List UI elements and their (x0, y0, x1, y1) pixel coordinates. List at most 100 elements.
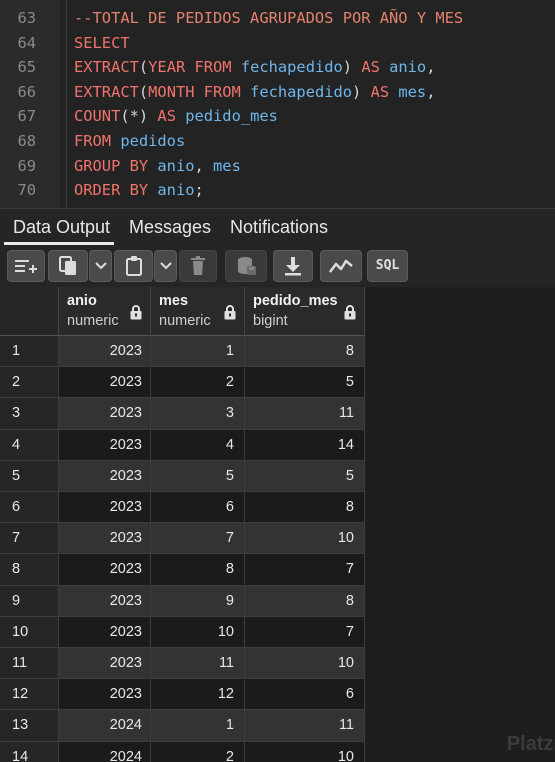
table-row[interactable]: 1 2023 1 8 (0, 336, 365, 368)
code-line[interactable]: 65 EXTRACT(YEAR FROM fechapedido) AS anio… (0, 55, 555, 80)
cell-mes[interactable]: 2 (151, 367, 245, 399)
row-number-cell[interactable]: 3 (0, 398, 59, 430)
cell-mes[interactable]: 9 (151, 585, 245, 617)
cell-mes[interactable]: 12 (151, 679, 245, 711)
tab-notifications[interactable]: Notifications (230, 209, 328, 245)
table-row[interactable]: 14 2024 2 10 (0, 741, 365, 762)
cell-mes[interactable]: 11 (151, 648, 245, 680)
cell-mes[interactable]: 7 (151, 523, 245, 555)
copy-options-dropdown[interactable] (89, 250, 112, 282)
cell-mes[interactable]: 10 (151, 616, 245, 648)
cell-pedido-mes[interactable]: 10 (245, 741, 365, 762)
row-number-cell[interactable]: 1 (0, 336, 59, 368)
code-text[interactable]: SELECT (74, 31, 130, 56)
cell-pedido-mes[interactable]: 14 (245, 429, 365, 461)
result-grid[interactable]: anio numeric mes numeric pedido_mes bigi… (0, 287, 555, 762)
cell-mes[interactable]: 6 (151, 492, 245, 524)
sql-editor[interactable]: 63 --TOTAL DE PEDIDOS AGRUPADOS POR AÑO Y… (0, 0, 555, 208)
table-row[interactable]: 2 2023 2 5 (0, 367, 365, 399)
cell-pedido-mes[interactable]: 7 (245, 554, 365, 586)
add-row-button[interactable] (7, 250, 45, 282)
cell-anio[interactable]: 2023 (59, 585, 151, 617)
code-line[interactable]: 64 SELECT (0, 31, 555, 56)
cell-anio[interactable]: 2023 (59, 679, 151, 711)
table-row[interactable]: 12 2023 12 6 (0, 679, 365, 711)
code-text[interactable]: --TOTAL DE PEDIDOS AGRUPADOS POR AÑO Y M… (74, 6, 463, 31)
row-number-cell[interactable]: 14 (0, 741, 59, 762)
cell-pedido-mes[interactable]: 5 (245, 367, 365, 399)
cell-pedido-mes[interactable]: 8 (245, 336, 365, 368)
cell-mes[interactable]: 3 (151, 398, 245, 430)
paste-button[interactable] (114, 250, 153, 282)
code-text[interactable]: GROUP BY anio, mes (74, 154, 241, 179)
cell-anio[interactable]: 2023 (59, 554, 151, 586)
cell-anio[interactable]: 2024 (59, 741, 151, 762)
delete-button[interactable] (179, 250, 217, 282)
row-number-cell[interactable]: 8 (0, 554, 59, 586)
cell-mes[interactable]: 2 (151, 741, 245, 762)
cell-mes[interactable]: 1 (151, 336, 245, 368)
cell-mes[interactable]: 8 (151, 554, 245, 586)
cell-anio[interactable]: 2023 (59, 398, 151, 430)
row-number-header[interactable] (0, 287, 59, 336)
table-row[interactable]: 8 2023 8 7 (0, 554, 365, 586)
table-row[interactable]: 11 2023 11 10 (0, 648, 365, 680)
cell-anio[interactable]: 2024 (59, 710, 151, 742)
column-header-anio[interactable]: anio numeric (59, 287, 151, 336)
table-row[interactable]: 5 2023 5 5 (0, 460, 365, 492)
code-line[interactable]: 67 COUNT(*) AS pedido_mes (0, 104, 555, 129)
code-text[interactable]: FROM pedidos (74, 129, 185, 154)
cell-mes[interactable]: 4 (151, 429, 245, 461)
code-text[interactable]: COUNT(*) AS pedido_mes (74, 104, 278, 129)
row-number-cell[interactable]: 6 (0, 492, 59, 524)
cell-pedido-mes[interactable]: 11 (245, 398, 365, 430)
paste-options-dropdown[interactable] (154, 250, 177, 282)
save-data-button[interactable] (225, 250, 267, 282)
cell-anio[interactable]: 2023 (59, 648, 151, 680)
row-number-cell[interactable]: 9 (0, 585, 59, 617)
cell-anio[interactable]: 2023 (59, 523, 151, 555)
cell-anio[interactable]: 2023 (59, 616, 151, 648)
table-row[interactable]: 6 2023 6 8 (0, 492, 365, 524)
table-row[interactable]: 13 2024 1 11 (0, 710, 365, 742)
column-header-mes[interactable]: mes numeric (151, 287, 245, 336)
cell-pedido-mes[interactable]: 11 (245, 710, 365, 742)
cell-pedido-mes[interactable]: 10 (245, 648, 365, 680)
cell-mes[interactable]: 5 (151, 460, 245, 492)
code-text[interactable]: ORDER BY anio; (74, 178, 204, 203)
copy-button[interactable] (48, 250, 88, 282)
code-text[interactable]: EXTRACT(MONTH FROM fechapedido) AS mes, (74, 80, 435, 105)
cell-pedido-mes[interactable]: 8 (245, 492, 365, 524)
row-number-cell[interactable]: 11 (0, 648, 59, 680)
column-header-pedido-mes[interactable]: pedido_mes bigint (245, 287, 365, 336)
row-number-cell[interactable]: 12 (0, 679, 59, 711)
table-row[interactable]: 7 2023 7 10 (0, 523, 365, 555)
table-row[interactable]: 3 2023 3 11 (0, 398, 365, 430)
code-line[interactable]: 66 EXTRACT(MONTH FROM fechapedido) AS mes… (0, 80, 555, 105)
code-line[interactable]: 68 FROM pedidos (0, 129, 555, 154)
tab-messages[interactable]: Messages (129, 209, 211, 245)
code-text[interactable]: EXTRACT(YEAR FROM fechapedido) AS anio, (74, 55, 435, 80)
cell-pedido-mes[interactable]: 10 (245, 523, 365, 555)
code-line[interactable]: 63 --TOTAL DE PEDIDOS AGRUPADOS POR AÑO Y… (0, 6, 555, 31)
row-number-cell[interactable]: 5 (0, 460, 59, 492)
table-row[interactable]: 4 2023 4 14 (0, 429, 365, 461)
cell-anio[interactable]: 2023 (59, 492, 151, 524)
sql-button[interactable]: SQL (367, 250, 408, 282)
row-number-cell[interactable]: 4 (0, 429, 59, 461)
cell-anio[interactable]: 2023 (59, 367, 151, 399)
row-number-cell[interactable]: 7 (0, 523, 59, 555)
cell-pedido-mes[interactable]: 6 (245, 679, 365, 711)
row-number-cell[interactable]: 2 (0, 367, 59, 399)
cell-pedido-mes[interactable]: 5 (245, 460, 365, 492)
cell-pedido-mes[interactable]: 8 (245, 585, 365, 617)
cell-mes[interactable]: 1 (151, 710, 245, 742)
cell-anio[interactable]: 2023 (59, 429, 151, 461)
graph-visualiser-button[interactable] (320, 250, 362, 282)
cell-pedido-mes[interactable]: 7 (245, 616, 365, 648)
row-number-cell[interactable]: 13 (0, 710, 59, 742)
code-line[interactable]: 70 ORDER BY anio; (0, 178, 555, 203)
download-button[interactable] (273, 250, 313, 282)
cell-anio[interactable]: 2023 (59, 336, 151, 368)
code-line[interactable]: 69 GROUP BY anio, mes (0, 154, 555, 179)
